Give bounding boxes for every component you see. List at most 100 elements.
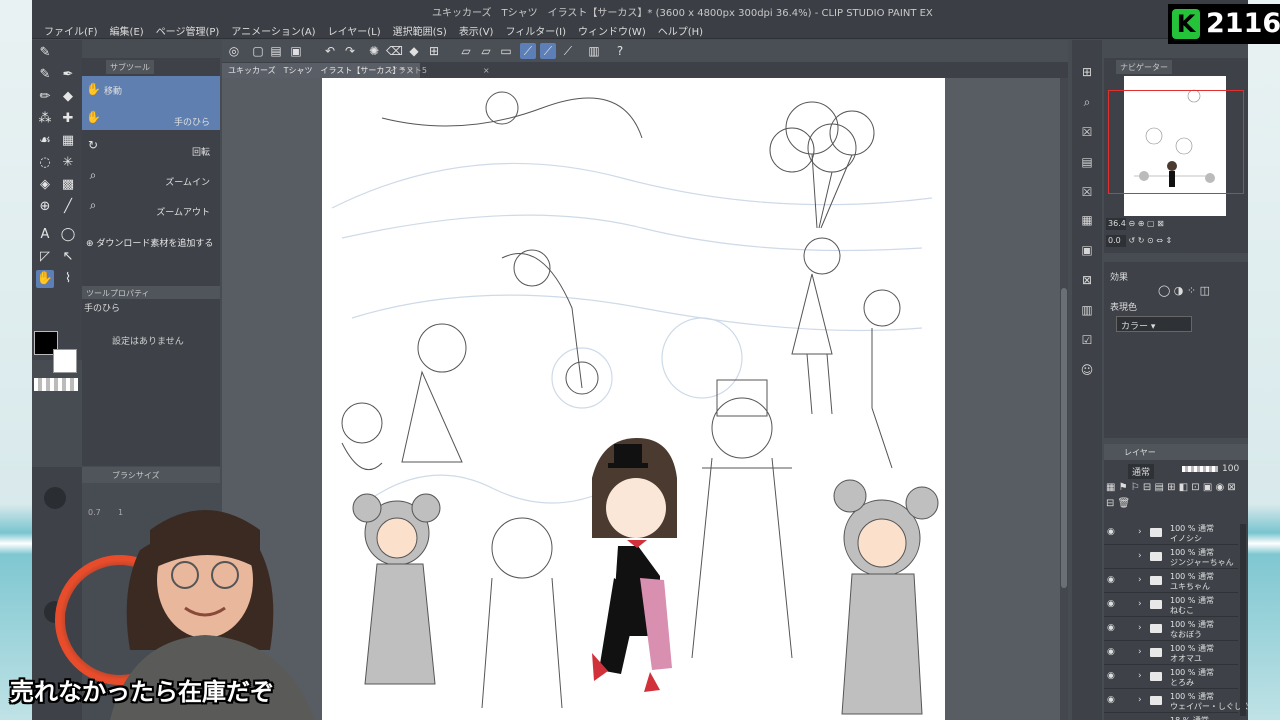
eye-icon[interactable]: ◉ bbox=[1107, 599, 1115, 609]
marker-icon[interactable]: ✎ bbox=[36, 66, 54, 84]
layer-row[interactable]: ◉ › 100 % 通常 ウェイパー・しぐしぐ bbox=[1104, 690, 1250, 713]
drawing-canvas[interactable] bbox=[322, 78, 945, 720]
subtool-panel-tab[interactable]: サブツール bbox=[106, 60, 154, 74]
chevron-right-icon[interactable]: › bbox=[1138, 623, 1142, 633]
expression-color-select[interactable]: カラー ▾ bbox=[1116, 316, 1192, 332]
close-dock-icon[interactable]: ☒ bbox=[1079, 184, 1095, 200]
blend-icon[interactable]: ☙ bbox=[36, 132, 54, 150]
menu-animation[interactable]: アニメーション(A) bbox=[225, 20, 321, 41]
menu-selection[interactable]: 選択範囲(S) bbox=[387, 20, 453, 41]
effect-icons[interactable]: ◯ ◑ ⁘ ◫ bbox=[1158, 284, 1210, 297]
chevron-right-icon[interactable]: › bbox=[1138, 575, 1142, 585]
subtool-zoom-out[interactable]: ⌕ ズームアウト bbox=[82, 192, 220, 220]
layer-tool-icons[interactable]: ▦ ⚑ ⚐ ⊟ ▤ ⊞ ◧ ⊡ ▣ ◉ ⊠ ⊟ 🗑 bbox=[1106, 480, 1246, 516]
pen-alt-icon[interactable]: ✒ bbox=[59, 66, 77, 84]
pen-icon[interactable]: ✎ bbox=[36, 44, 54, 62]
chevron-right-icon[interactable]: › bbox=[1138, 527, 1142, 537]
layer-row[interactable]: ◉ › 100 % 通常 なおぼう bbox=[1104, 618, 1238, 641]
person-dock-icon[interactable]: ☺ bbox=[1079, 362, 1095, 378]
snap-grid-icon[interactable]: ⟋ bbox=[560, 43, 576, 59]
eye-icon[interactable]: ◉ bbox=[1107, 671, 1115, 681]
grid-dock-icon[interactable]: ▦ bbox=[1079, 212, 1095, 228]
menu-page[interactable]: ページ管理(P) bbox=[150, 20, 226, 41]
object-select-icon[interactable]: ⊕ bbox=[36, 198, 54, 216]
navigator-view-frame[interactable] bbox=[1108, 90, 1244, 194]
clear-icon[interactable]: ⌫ bbox=[386, 43, 403, 59]
eye-icon[interactable]: ◉ bbox=[1107, 527, 1115, 537]
menu-view[interactable]: 表示(V) bbox=[453, 20, 500, 41]
opacity-value[interactable]: 100 bbox=[1222, 464, 1239, 474]
material-dock-icon[interactable]: ☒ bbox=[1079, 124, 1095, 140]
layer-row[interactable]: ◉ › 100 % 通常 とろみ bbox=[1104, 666, 1238, 689]
eye-icon[interactable]: ◉ bbox=[1107, 623, 1115, 633]
blend-mode-select[interactable]: 通常 bbox=[1128, 464, 1155, 479]
menu-file[interactable]: ファイル(F) bbox=[38, 20, 104, 41]
eye-icon[interactable]: ◉ bbox=[1107, 695, 1115, 705]
tab-illustration5[interactable]: イラスト5 × bbox=[384, 63, 496, 78]
eraser-icon[interactable]: ◆ bbox=[59, 88, 77, 106]
save-icon[interactable]: ▣ bbox=[288, 43, 304, 59]
angle-value[interactable]: 0.0 bbox=[1106, 235, 1126, 247]
chevron-right-icon[interactable]: › bbox=[1138, 671, 1142, 681]
lasso-icon[interactable]: ◌ bbox=[36, 154, 54, 172]
menu-filter[interactable]: フィルター(I) bbox=[499, 20, 572, 41]
sub-color-swatch[interactable] bbox=[53, 349, 77, 373]
opacity-slider[interactable] bbox=[1182, 466, 1218, 472]
hand-tool-icon[interactable]: ✋ bbox=[36, 270, 54, 288]
eyedropper-icon[interactable]: ⌇ bbox=[59, 270, 77, 288]
fill-bucket-icon[interactable]: ◈ bbox=[36, 176, 54, 194]
layer-panel-tab[interactable]: レイヤー bbox=[1104, 444, 1248, 460]
layer-row[interactable]: ◉ › 100 % 通常 オオマユ bbox=[1104, 642, 1238, 665]
layer-scrollbar[interactable] bbox=[1240, 524, 1246, 716]
history-dock-icon[interactable]: ☑ bbox=[1079, 332, 1095, 348]
layer-row[interactable]: ◉ › 100 % 通常 イノシシ bbox=[1104, 522, 1238, 545]
image-dock-icon[interactable]: ▤ bbox=[1079, 154, 1095, 170]
open-folder-icon[interactable]: ▤ bbox=[268, 43, 284, 59]
subtool-palm[interactable]: ✋ 手のひら bbox=[82, 104, 220, 130]
snap-ruler-icon[interactable]: ⟋ bbox=[520, 43, 536, 59]
fill-icon[interactable]: ◆ bbox=[406, 43, 422, 59]
balloon-icon[interactable]: ◯ bbox=[59, 226, 77, 244]
pages-dock-icon[interactable]: ▥ bbox=[1079, 302, 1095, 318]
snap-special-ruler-icon[interactable]: ⟋ bbox=[540, 43, 556, 59]
chevron-right-icon[interactable]: › bbox=[1138, 695, 1142, 705]
navigator-tab[interactable]: ナビゲーター bbox=[1116, 60, 1172, 74]
gradient-icon[interactable]: ▩ bbox=[59, 176, 77, 194]
crop-icon[interactable]: ▱ bbox=[478, 43, 494, 59]
search-dock-icon[interactable]: ⌕ bbox=[1079, 94, 1095, 110]
tool-property-tab[interactable]: ツールプロパティ bbox=[82, 286, 220, 299]
loading-icon[interactable]: ✺ bbox=[366, 43, 382, 59]
transparent-color-swatch[interactable] bbox=[34, 378, 78, 391]
chevron-right-icon[interactable]: › bbox=[1138, 647, 1142, 657]
folder-dock-icon[interactable]: ▣ bbox=[1079, 242, 1095, 258]
subtool-rotate[interactable]: ↻ 回転 bbox=[82, 132, 220, 160]
transform-icon[interactable]: ⊞ bbox=[426, 43, 442, 59]
clip-studio-icon[interactable]: ◎ bbox=[226, 43, 242, 59]
chevron-right-icon[interactable]: › bbox=[1138, 551, 1142, 561]
frame-icon[interactable]: ◸ bbox=[36, 248, 54, 266]
layer-row[interactable]: ◉ › 100 % 通常 ユキちゃん bbox=[1104, 570, 1238, 593]
redo-icon[interactable]: ↷ bbox=[342, 43, 358, 59]
material2-dock-icon[interactable]: ⊠ bbox=[1079, 272, 1095, 288]
magic-wand-icon[interactable]: ✳ bbox=[59, 154, 77, 172]
canvas-vertical-scrollbar[interactable] bbox=[1060, 78, 1068, 720]
chevron-right-icon[interactable]: › bbox=[1138, 599, 1142, 609]
selection-icon[interactable]: ▭ bbox=[498, 43, 514, 59]
layer-row[interactable]: ◉›18 % 通常 bbox=[1104, 714, 1238, 720]
eye-icon[interactable]: ◉ bbox=[1107, 575, 1115, 585]
menu-edit[interactable]: 編集(E) bbox=[104, 20, 150, 41]
help-icon[interactable]: ? bbox=[612, 43, 628, 59]
text-icon[interactable]: A bbox=[36, 226, 54, 244]
cursor-icon[interactable]: ↖ bbox=[59, 248, 77, 266]
move-icon[interactable]: ✚ bbox=[59, 110, 77, 128]
subtool-zoom-in[interactable]: ⌕ ズームイン bbox=[82, 162, 220, 190]
decoration-icon[interactable]: ⁂ bbox=[36, 110, 54, 128]
subtool-move[interactable]: ✋ 移動 bbox=[82, 76, 220, 104]
menu-layer[interactable]: レイヤー(L) bbox=[322, 20, 387, 41]
new-file-icon[interactable]: ▢ bbox=[250, 43, 266, 59]
undo-icon[interactable]: ↶ bbox=[322, 43, 338, 59]
eye-icon[interactable]: ◉ bbox=[1107, 647, 1115, 657]
hide-selection-icon[interactable]: ▱ bbox=[458, 43, 474, 59]
navigator-dock-icon[interactable]: ⊞ bbox=[1079, 64, 1095, 80]
layer-row[interactable]: ◉ › 100 % 通常 ねむこ bbox=[1104, 594, 1238, 617]
